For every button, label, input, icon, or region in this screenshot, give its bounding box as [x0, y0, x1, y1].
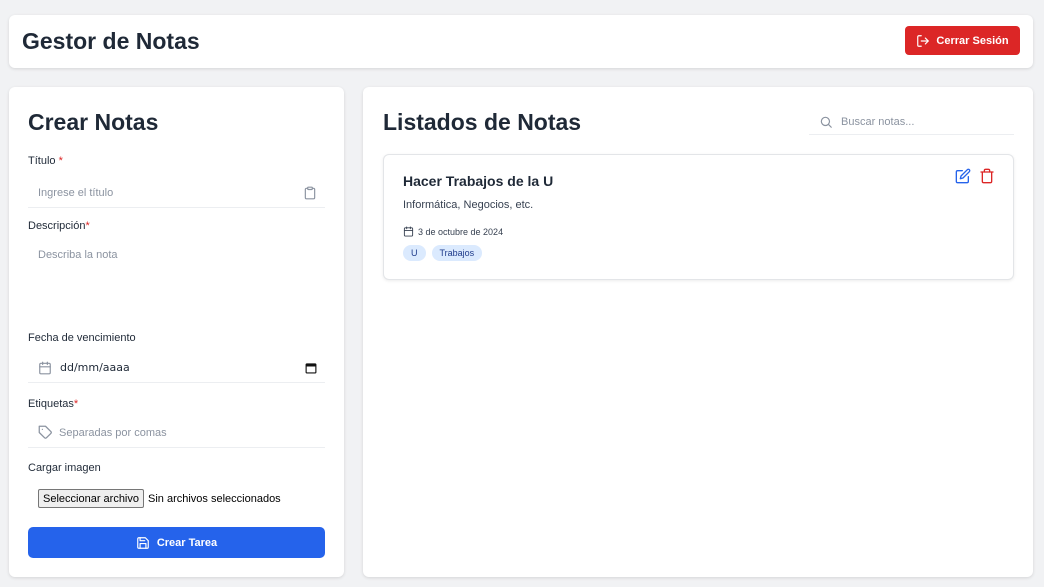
- note-description: Informática, Negocios, etc.: [403, 199, 534, 211]
- description-textarea[interactable]: [28, 243, 325, 323]
- tags-input[interactable]: [59, 426, 325, 439]
- logout-icon: [917, 34, 930, 47]
- tags-field-wrapper: [28, 418, 325, 448]
- edit-icon: [955, 168, 971, 184]
- file-status: Sin archivos seleccionados: [148, 492, 281, 505]
- calendar-icon: [39, 361, 51, 374]
- title-label: Título *: [28, 155, 63, 167]
- clipboard-icon: [304, 186, 316, 199]
- description-label: Descripción*: [28, 220, 90, 232]
- note-date: 3 de octubre de 2024: [403, 226, 503, 237]
- note-title: Hacer Trabajos de la U: [403, 173, 554, 189]
- notes-list-title: Listados de Notas: [383, 109, 582, 135]
- create-panel-title: Crear Notas: [28, 109, 159, 135]
- search-icon: [820, 116, 832, 128]
- note-tags: U Trabajos: [403, 245, 483, 261]
- tag-icon: [38, 425, 52, 439]
- image-label: Cargar imagen: [28, 462, 101, 474]
- calendar-icon: [403, 226, 414, 237]
- description-required-mark: *: [85, 220, 90, 232]
- app-title: Gestor de Notas: [22, 28, 200, 54]
- logout-label: Cerrar Sesión: [936, 34, 1009, 47]
- title-input[interactable]: [38, 186, 303, 199]
- search-box: [809, 109, 1014, 135]
- tag-pill: Trabajos: [431, 245, 483, 261]
- tags-required-mark: *: [73, 398, 79, 410]
- trash-icon: [980, 168, 994, 184]
- note-card: Hacer Trabajos de la U Informática, Nego…: [383, 154, 1014, 280]
- search-input[interactable]: [841, 115, 1014, 128]
- title-field-wrapper: [28, 178, 325, 208]
- notes-list-panel: Listados de Notas Hacer Trabajos de la U…: [363, 87, 1033, 577]
- due-date-label: Fecha de vencimiento: [28, 332, 136, 344]
- tag-pill: U: [403, 245, 426, 261]
- due-date-value: dd/mm/aaaa: [60, 361, 130, 374]
- note-actions: [955, 168, 995, 184]
- create-task-label: Crear Tarea: [156, 536, 218, 549]
- date-picker-icon[interactable]: [305, 362, 317, 374]
- logout-button[interactable]: Cerrar Sesión: [905, 26, 1020, 55]
- file-upload: Seleccionar archivo Sin archivos selecci…: [38, 489, 281, 508]
- tags-label: Etiquetas*: [28, 398, 79, 410]
- create-note-panel: Crear Notas Título * Descripción* Fecha …: [9, 87, 344, 577]
- note-date-text: 3 de octubre de 2024: [418, 226, 504, 237]
- create-task-button[interactable]: Crear Tarea: [28, 527, 325, 558]
- edit-note-button[interactable]: [955, 168, 971, 184]
- save-icon: [136, 536, 149, 549]
- title-required-mark: *: [58, 155, 63, 167]
- select-file-button[interactable]: Seleccionar archivo: [38, 489, 144, 508]
- delete-note-button[interactable]: [979, 168, 995, 184]
- app-header: Gestor de Notas Cerrar Sesión: [9, 15, 1033, 68]
- due-date-input[interactable]: dd/mm/aaaa: [28, 353, 325, 383]
